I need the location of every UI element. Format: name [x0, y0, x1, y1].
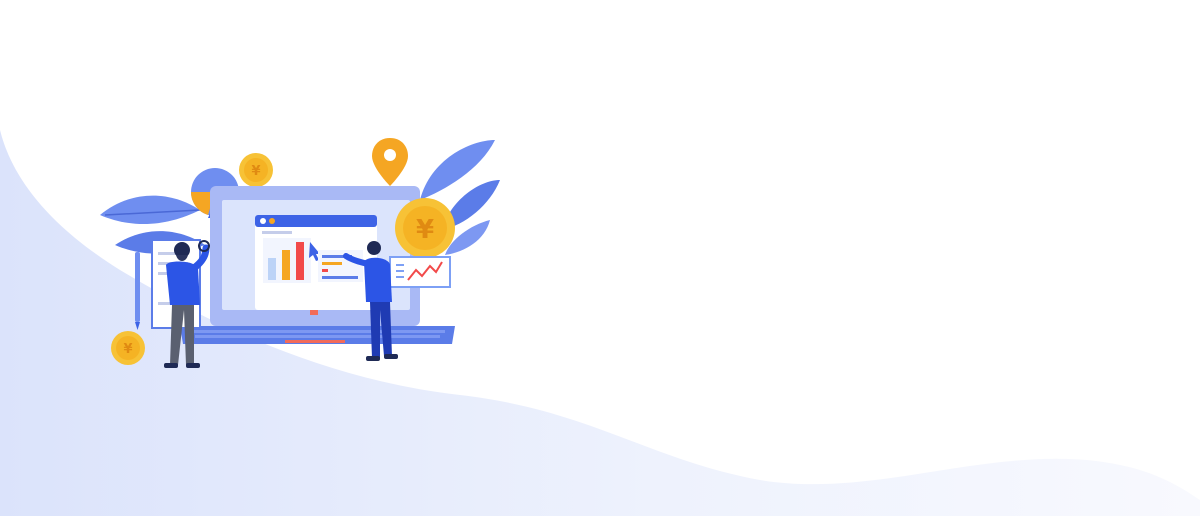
- line-chart-card-icon: [389, 256, 451, 288]
- pen-icon: [135, 252, 140, 330]
- svg-text:¥: ¥: [416, 215, 434, 245]
- svg-text:¥: ¥: [251, 164, 260, 179]
- finance-illustration: ¥ ¥ ¥: [100, 138, 500, 368]
- location-pin-icon: [372, 138, 408, 186]
- coin-large-icon: ¥: [395, 198, 455, 258]
- coin-small-bottom-icon: ¥: [111, 331, 145, 365]
- svg-text:¥: ¥: [123, 342, 132, 357]
- coin-small-top-icon: ¥: [239, 153, 273, 187]
- banner: ¥ ¥ ¥: [0, 0, 1200, 516]
